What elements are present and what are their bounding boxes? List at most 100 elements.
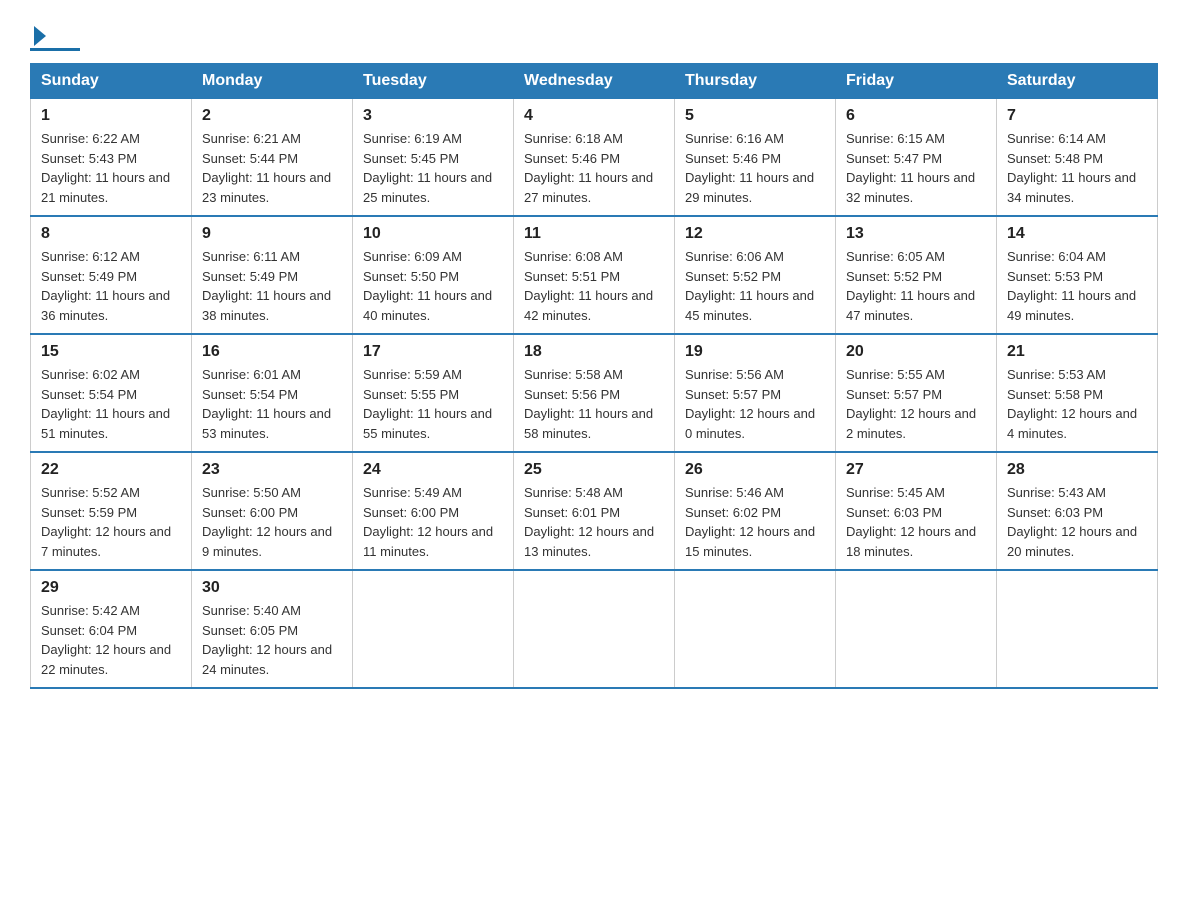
day-info: Sunrise: 6:12 AMSunset: 5:49 PMDaylight:… (41, 247, 181, 325)
day-info: Sunrise: 6:21 AMSunset: 5:44 PMDaylight:… (202, 129, 342, 207)
calendar-day-cell (514, 570, 675, 688)
calendar-day-cell: 1Sunrise: 6:22 AMSunset: 5:43 PMDaylight… (31, 99, 192, 217)
calendar-day-cell (836, 570, 997, 688)
logo-underline (30, 48, 80, 51)
day-number: 22 (41, 461, 181, 479)
calendar-day-cell: 10Sunrise: 6:09 AMSunset: 5:50 PMDayligh… (353, 216, 514, 334)
day-number: 6 (846, 107, 986, 125)
calendar-day-cell (353, 570, 514, 688)
day-info: Sunrise: 5:58 AMSunset: 5:56 PMDaylight:… (524, 365, 664, 443)
day-info: Sunrise: 5:55 AMSunset: 5:57 PMDaylight:… (846, 365, 986, 443)
day-info: Sunrise: 6:02 AMSunset: 5:54 PMDaylight:… (41, 365, 181, 443)
weekday-header-wednesday: Wednesday (514, 64, 675, 99)
calendar-day-cell: 28 Sunrise: 5:43 AMSunset: 6:03 PMDayligh… (997, 452, 1158, 570)
day-number: 23 (202, 461, 342, 479)
day-number: 21 (1007, 343, 1147, 361)
day-number: 11 (524, 225, 664, 243)
day-number: 28 (1007, 461, 1147, 479)
calendar-week-row: 15Sunrise: 6:02 AMSunset: 5:54 PMDayligh… (31, 334, 1158, 452)
day-info: Sunrise: 6:18 AMSunset: 5:46 PMDaylight:… (524, 129, 664, 207)
day-number: 20 (846, 343, 986, 361)
day-number: 12 (685, 225, 825, 243)
calendar-day-cell: 11 Sunrise: 6:08 AMSunset: 5:51 PMDayligh… (514, 216, 675, 334)
calendar-week-row: 29Sunrise: 5:42 AMSunset: 6:04 PMDayligh… (31, 570, 1158, 688)
day-info: Sunrise: 5:59 AMSunset: 5:55 PMDaylight:… (363, 365, 503, 443)
weekday-header-saturday: Saturday (997, 64, 1158, 99)
day-number: 1 (41, 107, 181, 125)
day-info: Sunrise: 5:46 AMSunset: 6:02 PMDaylight:… (685, 483, 825, 561)
day-info: Sunrise: 5:50 AMSunset: 6:00 PMDaylight:… (202, 483, 342, 561)
day-info: Sunrise: 6:08 AMSunset: 5:51 PMDaylight:… (524, 247, 664, 325)
calendar-day-cell: 4 Sunrise: 6:18 AMSunset: 5:46 PMDaylight… (514, 99, 675, 217)
calendar-table: SundayMondayTuesdayWednesdayThursdayFrid… (30, 63, 1158, 689)
day-info: Sunrise: 5:48 AMSunset: 6:01 PMDaylight:… (524, 483, 664, 561)
weekday-header-monday: Monday (192, 64, 353, 99)
day-number: 13 (846, 225, 986, 243)
calendar-day-cell (675, 570, 836, 688)
day-number: 27 (846, 461, 986, 479)
calendar-day-cell: 17 Sunrise: 5:59 AMSunset: 5:55 PMDayligh… (353, 334, 514, 452)
weekday-header-row: SundayMondayTuesdayWednesdayThursdayFrid… (31, 64, 1158, 99)
calendar-day-cell: 30Sunrise: 5:40 AMSunset: 6:05 PMDayligh… (192, 570, 353, 688)
calendar-day-cell: 23 Sunrise: 5:50 AMSunset: 6:00 PMDayligh… (192, 452, 353, 570)
calendar-day-cell: 5 Sunrise: 6:16 AMSunset: 5:46 PMDaylight… (675, 99, 836, 217)
day-info: Sunrise: 6:19 AMSunset: 5:45 PMDaylight:… (363, 129, 503, 207)
day-info: Sunrise: 6:14 AMSunset: 5:48 PMDaylight:… (1007, 129, 1147, 207)
day-number: 25 (524, 461, 664, 479)
logo-row (30, 30, 80, 46)
day-info: Sunrise: 5:49 AMSunset: 6:00 PMDaylight:… (363, 483, 503, 561)
day-info: Sunrise: 5:43 AMSunset: 6:03 PMDaylight:… (1007, 483, 1147, 561)
day-info: Sunrise: 5:53 AMSunset: 5:58 PMDaylight:… (1007, 365, 1147, 443)
calendar-week-row: 1Sunrise: 6:22 AMSunset: 5:43 PMDaylight… (31, 99, 1158, 217)
day-number: 24 (363, 461, 503, 479)
calendar-day-cell: 18 Sunrise: 5:58 AMSunset: 5:56 PMDayligh… (514, 334, 675, 452)
day-number: 18 (524, 343, 664, 361)
calendar-day-cell: 22 Sunrise: 5:52 AMSunset: 5:59 PMDayligh… (31, 452, 192, 570)
weekday-header-friday: Friday (836, 64, 997, 99)
calendar-day-cell: 25 Sunrise: 5:48 AMSunset: 6:01 PMDayligh… (514, 452, 675, 570)
day-number: 16 (202, 343, 342, 361)
day-number: 5 (685, 107, 825, 125)
calendar-day-cell: 9Sunrise: 6:11 AMSunset: 5:49 PMDaylight… (192, 216, 353, 334)
weekday-header-sunday: Sunday (31, 64, 192, 99)
calendar-day-cell: 29Sunrise: 5:42 AMSunset: 6:04 PMDayligh… (31, 570, 192, 688)
day-info: Sunrise: 6:05 AMSunset: 5:52 PMDaylight:… (846, 247, 986, 325)
weekday-header-thursday: Thursday (675, 64, 836, 99)
day-info: Sunrise: 5:52 AMSunset: 5:59 PMDaylight:… (41, 483, 181, 561)
calendar-day-cell: 15Sunrise: 6:02 AMSunset: 5:54 PMDayligh… (31, 334, 192, 452)
day-info: Sunrise: 5:40 AMSunset: 6:05 PMDaylight:… (202, 601, 342, 679)
day-info: Sunrise: 5:45 AMSunset: 6:03 PMDaylight:… (846, 483, 986, 561)
day-info: Sunrise: 6:01 AMSunset: 5:54 PMDaylight:… (202, 365, 342, 443)
calendar-day-cell (997, 570, 1158, 688)
calendar-day-cell: 14 Sunrise: 6:04 AMSunset: 5:53 PMDayligh… (997, 216, 1158, 334)
calendar-day-cell: 26 Sunrise: 5:46 AMSunset: 6:02 PMDayligh… (675, 452, 836, 570)
calendar-day-cell: 27 Sunrise: 5:45 AMSunset: 6:03 PMDayligh… (836, 452, 997, 570)
calendar-day-cell: 7 Sunrise: 6:14 AMSunset: 5:48 PMDaylight… (997, 99, 1158, 217)
calendar-day-cell: 3 Sunrise: 6:19 AMSunset: 5:45 PMDaylight… (353, 99, 514, 217)
day-number: 19 (685, 343, 825, 361)
day-number: 26 (685, 461, 825, 479)
day-number: 4 (524, 107, 664, 125)
day-info: Sunrise: 6:15 AMSunset: 5:47 PMDaylight:… (846, 129, 986, 207)
day-number: 14 (1007, 225, 1147, 243)
day-number: 17 (363, 343, 503, 361)
day-info: Sunrise: 6:16 AMSunset: 5:46 PMDaylight:… (685, 129, 825, 207)
weekday-header-tuesday: Tuesday (353, 64, 514, 99)
day-info: Sunrise: 6:04 AMSunset: 5:53 PMDaylight:… (1007, 247, 1147, 325)
calendar-week-row: 22 Sunrise: 5:52 AMSunset: 5:59 PMDayligh… (31, 452, 1158, 570)
calendar-day-cell: 13 Sunrise: 6:05 AMSunset: 5:52 PMDayligh… (836, 216, 997, 334)
day-number: 3 (363, 107, 503, 125)
calendar-day-cell: 12Sunrise: 6:06 AMSunset: 5:52 PMDayligh… (675, 216, 836, 334)
calendar-day-cell: 21 Sunrise: 5:53 AMSunset: 5:58 PMDayligh… (997, 334, 1158, 452)
day-number: 9 (202, 225, 342, 243)
calendar-day-cell: 6 Sunrise: 6:15 AMSunset: 5:47 PMDaylight… (836, 99, 997, 217)
calendar-day-cell: 2 Sunrise: 6:21 AMSunset: 5:44 PMDaylight… (192, 99, 353, 217)
day-number: 2 (202, 107, 342, 125)
logo (30, 20, 80, 51)
logo-arrow-icon (34, 26, 46, 46)
day-info: Sunrise: 5:56 AMSunset: 5:57 PMDaylight:… (685, 365, 825, 443)
calendar-day-cell: 19 Sunrise: 5:56 AMSunset: 5:57 PMDayligh… (675, 334, 836, 452)
day-number: 7 (1007, 107, 1147, 125)
day-info: Sunrise: 5:42 AMSunset: 6:04 PMDaylight:… (41, 601, 181, 679)
day-number: 8 (41, 225, 181, 243)
